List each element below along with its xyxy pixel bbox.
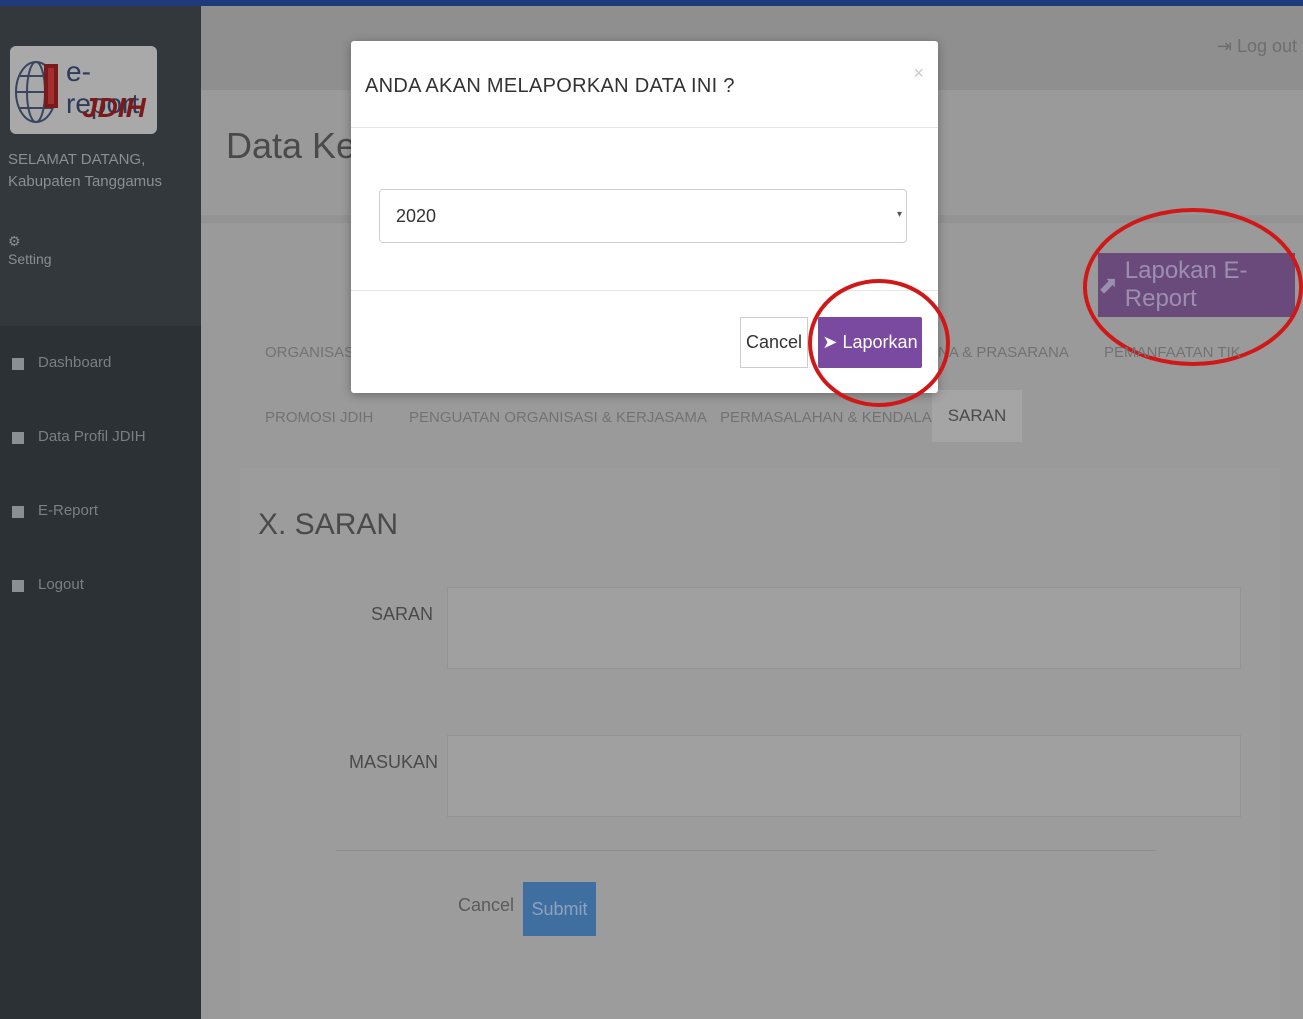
gear-icon: ⚙ [8,233,21,249]
tab-sarana-prasarana[interactable]: NA & PRASARANA [938,344,1069,361]
setting-label: Setting [8,251,52,267]
sidebar-item-logout[interactable]: Logout [12,576,192,650]
tab-promosi-jdih[interactable]: PROMOSI JDIH [265,409,373,426]
form-divider [336,850,1156,851]
user-region: Kabupaten Tanggamus [8,173,163,190]
tab-pemanfaatan-tik[interactable]: PEMANFAATAN TIK [1104,344,1241,361]
logout-icon: ⇥ [1216,36,1237,56]
sidebar-item-label: Data Profil JDIH [38,428,146,445]
app-logo: e-report JDIH [10,46,157,134]
highlight-circle-report [1083,208,1303,366]
masukan-textarea[interactable] [447,735,1241,817]
sidebar-item-label: E-Report [38,502,99,519]
modal-title: ANDA AKAN MELAPORKAN DATA INI ? [365,75,735,97]
grid-icon [12,358,24,370]
form-cancel-button[interactable]: Cancel [458,895,514,916]
logout-label: Log out [1236,36,1297,56]
saran-textarea[interactable] [447,587,1241,669]
sidebar-menu: Dashboard Data Profil JDIH E-Report Logo… [12,354,192,650]
tab-organisasi[interactable]: ORGANISASI [265,344,358,361]
tab-permasalahan-kendala[interactable]: PERMASALAHAN & KENDALA [720,409,932,426]
welcome-text: SELAMAT DATANG, Kabupaten Tanggamus [8,149,162,193]
sidebar-item-label: Dashboard [38,354,112,371]
logo-subtext: JDIH [82,92,146,123]
sidebar-item-label: Logout [38,576,84,593]
welcome-line: SELAMAT DATANG, [8,151,146,168]
form-submit-button[interactable]: Submit [523,882,596,936]
section-title: X. SARAN [258,508,399,541]
saran-label: SARAN [371,604,434,624]
sidebar: e-report JDIH SELAMAT DATANG, Kabupaten … [0,6,201,1019]
highlight-circle-laporkan [808,279,950,407]
modal-cancel-button[interactable]: Cancel [740,317,808,368]
modal-header-divider [351,127,938,128]
tab-saran[interactable]: SARAN [932,390,1022,442]
close-icon[interactable]: × [913,63,924,84]
grid-icon [12,506,24,518]
grid-icon [12,432,24,444]
year-select[interactable]: 2020 [379,189,907,243]
sidebar-item-dashboard[interactable]: Dashboard [12,354,192,428]
sidebar-item-e-report[interactable]: E-Report [12,502,192,576]
sidebar-item-data-profil[interactable]: Data Profil JDIH [12,428,192,502]
setting-link[interactable]: ⚙ Setting [8,232,52,268]
chevron-down-icon: ▾ [897,209,903,220]
masukan-label: MASUKAN [349,752,439,772]
tab-penguatan-organisasi[interactable]: PENGUATAN ORGANISASI & KERJASAMA [409,409,707,426]
header-logout-link[interactable]: ⇥ Log out [1217,36,1297,57]
grid-icon [12,580,24,592]
sidebar-header: e-report JDIH SELAMAT DATANG, Kabupaten … [0,6,201,326]
globe-icon [15,61,58,123]
